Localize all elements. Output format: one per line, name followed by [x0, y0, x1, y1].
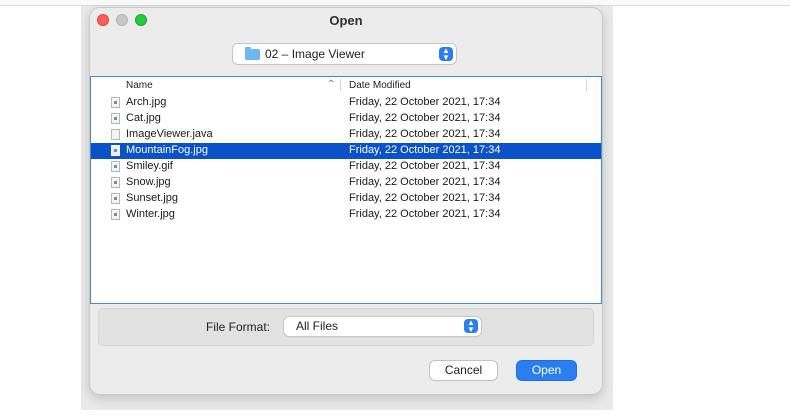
- column-header-date-modified[interactable]: Date Modified: [349, 80, 411, 91]
- image-file-icon: [111, 177, 120, 188]
- file-format-value: All Files: [296, 319, 339, 333]
- file-name: Sunset.jpg: [126, 192, 178, 204]
- file-date: Friday, 22 October 2021, 17:34: [349, 176, 501, 188]
- file-row[interactable]: ImageViewer.java Friday, 22 October 2021…: [91, 127, 601, 143]
- file-format-label: File Format:: [206, 320, 271, 334]
- file-name: Snow.jpg: [126, 176, 171, 188]
- open-dialog: Open 02 – Image Viewer ▲ ▼ Name ⌃ Date Mo…: [90, 8, 602, 394]
- file-row-selected[interactable]: MountainFog.jpg Friday, 22 October 2021,…: [91, 143, 601, 159]
- sort-ascending-icon[interactable]: ⌃: [327, 79, 335, 90]
- file-name: Cat.jpg: [126, 112, 161, 124]
- column-divider: [340, 79, 341, 91]
- file-date: Friday, 22 October 2021, 17:34: [349, 160, 501, 172]
- open-button[interactable]: Open: [517, 361, 576, 380]
- file-name: Smiley.gif: [126, 160, 173, 172]
- folder-popup-button[interactable]: 02 – Image Viewer ▲ ▼: [233, 44, 456, 64]
- title-bar: Open: [90, 8, 602, 34]
- image-file-icon: [111, 145, 120, 156]
- file-list[interactable]: Name ⌃ Date Modified Arch.jpg Friday, 22…: [90, 76, 602, 304]
- file-row[interactable]: Winter.jpg Friday, 22 October 2021, 17:3…: [91, 207, 601, 223]
- file-date: Friday, 22 October 2021, 17:34: [349, 192, 501, 204]
- chevron-up-down-icon: ▲ ▼: [439, 47, 453, 62]
- column-divider: [586, 79, 587, 91]
- file-date: Friday, 22 October 2021, 17:34: [349, 96, 501, 108]
- file-format-popup-button[interactable]: All Files ▲ ▼: [284, 317, 481, 336]
- folder-label: 02 – Image Viewer: [265, 47, 365, 61]
- file-row[interactable]: Snow.jpg Friday, 22 October 2021, 17:34: [91, 175, 601, 191]
- image-file-icon: [111, 193, 120, 204]
- file-date: Friday, 22 October 2021, 17:34: [349, 112, 501, 124]
- cancel-button[interactable]: Cancel: [430, 361, 497, 380]
- text-file-icon: [111, 129, 120, 140]
- file-row[interactable]: Arch.jpg Friday, 22 October 2021, 17:34: [91, 95, 601, 111]
- file-date: Friday, 22 October 2021, 17:34: [349, 208, 501, 220]
- image-file-icon: [111, 97, 120, 108]
- chevron-up-down-icon: ▲ ▼: [464, 319, 478, 334]
- image-file-icon: [111, 113, 120, 124]
- folder-icon: [245, 47, 260, 60]
- file-date: Friday, 22 October 2021, 17:34: [349, 144, 501, 156]
- file-name: ImageViewer.java: [126, 128, 213, 140]
- image-file-icon: [111, 161, 120, 172]
- file-name: MountainFog.jpg: [126, 144, 208, 156]
- file-format-bar: File Format: All Files ▲ ▼: [98, 308, 594, 346]
- image-file-icon: [111, 209, 120, 220]
- column-header-name[interactable]: Name: [126, 80, 153, 91]
- file-name: Arch.jpg: [126, 96, 167, 108]
- dialog-title: Open: [329, 13, 363, 28]
- file-row[interactable]: Smiley.gif Friday, 22 October 2021, 17:3…: [91, 159, 601, 175]
- file-date: Friday, 22 October 2021, 17:34: [349, 128, 501, 140]
- file-name: Winter.jpg: [126, 208, 175, 220]
- file-row[interactable]: Cat.jpg Friday, 22 October 2021, 17:34: [91, 111, 601, 127]
- file-row[interactable]: Sunset.jpg Friday, 22 October 2021, 17:3…: [91, 191, 601, 207]
